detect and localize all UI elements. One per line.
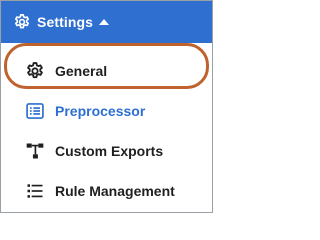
settings-title: Settings — [37, 14, 94, 30]
menu-item-general[interactable]: General — [1, 51, 212, 91]
list-box-icon — [25, 101, 45, 121]
gear-icon — [13, 13, 31, 31]
menu-item-label: Preprocessor — [55, 103, 146, 119]
menu-item-preprocessor[interactable]: Preprocessor — [1, 91, 212, 131]
hierarchy-icon — [25, 141, 45, 161]
menu-item-label: Custom Exports — [55, 143, 164, 159]
menu-item-custom-exports[interactable]: Custom Exports — [1, 131, 212, 171]
menu-item-rule-management[interactable]: Rule Management — [1, 171, 212, 211]
gear-icon — [25, 61, 45, 81]
list-icon — [25, 181, 45, 201]
settings-menu-toggle[interactable]: Settings — [1, 1, 212, 43]
settings-dropdown-panel: Settings General Preprocessor Custom Exp… — [0, 0, 213, 213]
settings-menu: General Preprocessor Custom Exports Rule… — [1, 51, 212, 211]
menu-item-label: Rule Management — [55, 183, 175, 199]
caret-up-icon — [99, 18, 110, 25]
menu-item-label: General — [55, 63, 108, 79]
